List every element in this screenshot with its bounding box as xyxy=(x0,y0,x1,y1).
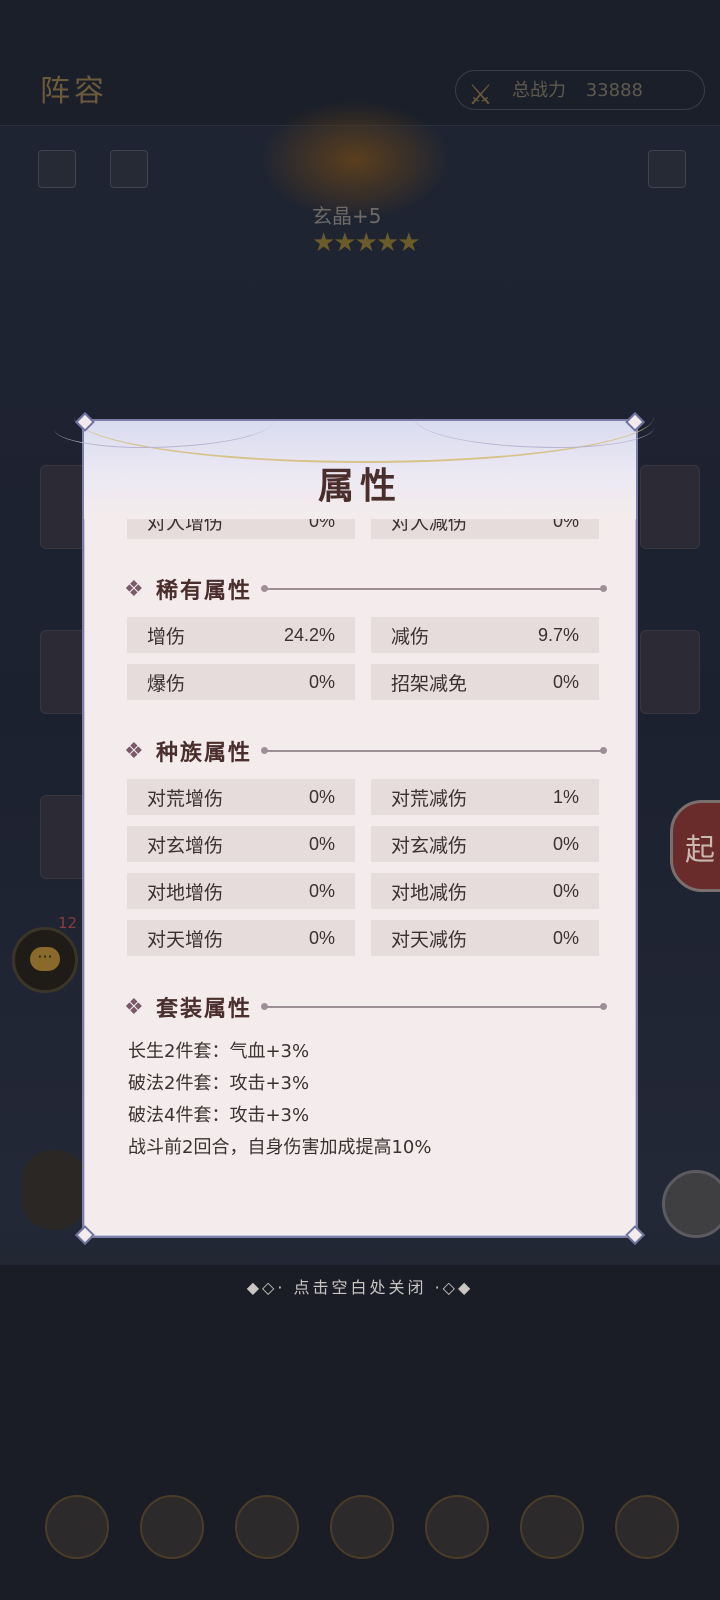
attribute-cell: 对人减伤 0% xyxy=(371,519,599,539)
screen-title: 阵容 xyxy=(40,74,108,109)
strategy-icon[interactable] xyxy=(110,150,148,188)
set-bonus-line: 长生2件套：气血+3% xyxy=(128,1041,310,1062)
attr-label: 对人增伤 xyxy=(147,519,224,534)
attr-value: 24.2% xyxy=(283,624,335,645)
section-title: 种族属性 xyxy=(156,740,253,766)
attr-value: 0% xyxy=(552,833,579,854)
attribute-row: 对地增伤 0% 对地减伤 0% xyxy=(127,873,599,909)
section-set: ❖ 套装属性 xyxy=(124,989,607,1025)
side-badge-text: 起 xyxy=(685,833,715,868)
section-race: ❖ 种族属性 xyxy=(124,733,607,769)
skill-icon[interactable] xyxy=(520,1495,584,1559)
attr-value: 0% xyxy=(308,671,335,692)
diamond-icon: ❖ xyxy=(124,738,144,764)
power-value: 33888 xyxy=(585,80,643,101)
attr-label: 对玄减伤 xyxy=(391,834,468,857)
set-bonus-line: 破法4件套：攻击+3% xyxy=(128,1105,310,1126)
hero-level: 玄晶+5 xyxy=(312,204,382,228)
diamond-icon: ❖ xyxy=(124,994,144,1020)
skill-icon[interactable] xyxy=(45,1495,109,1559)
attr-value: 0% xyxy=(308,927,335,948)
details-icon[interactable] xyxy=(648,150,686,188)
skill-icon[interactable] xyxy=(425,1495,489,1559)
attr-label: 减伤 xyxy=(391,625,430,648)
attr-label: 对荒增伤 xyxy=(147,787,224,810)
attribute-row: 对荒增伤 0% 对荒减伤 1% xyxy=(127,779,599,815)
attr-value: 9.7% xyxy=(537,624,579,645)
attribute-cell: 对地增伤 0% xyxy=(127,873,355,909)
crossed-swords-icon: ⚔ xyxy=(468,78,494,111)
attribute-row: 增伤 24.2% 减伤 9.7% xyxy=(127,617,599,653)
attribute-cell: 对荒减伤 1% xyxy=(371,779,599,815)
bottom-panel xyxy=(0,1265,720,1600)
chat-button[interactable]: ··· xyxy=(12,927,78,993)
attr-label: 对地增伤 xyxy=(147,881,224,904)
section-divider xyxy=(261,747,607,754)
chat-bubble-icon: ··· xyxy=(30,947,60,971)
attr-value: 0% xyxy=(308,519,335,531)
close-hint[interactable]: ◆◇· 点击空白处关闭 ·◇◆ xyxy=(0,1274,720,1298)
attribute-scroll-area[interactable]: 对人增伤 0% 对人减伤 0% ❖ 稀有属性 增伤 24.2% 减伤 9.7% xyxy=(84,519,636,1234)
attr-label: 对地减伤 xyxy=(391,881,468,904)
attribute-cell: 招架减免 0% xyxy=(371,664,599,700)
section-rare: ❖ 稀有属性 xyxy=(124,571,607,607)
attr-value: 0% xyxy=(552,927,579,948)
attribute-cell: 减伤 9.7% xyxy=(371,617,599,653)
hero-card[interactable] xyxy=(640,465,700,549)
attr-label: 对天减伤 xyxy=(391,928,468,951)
attr-value: 0% xyxy=(308,833,335,854)
attr-label: 招架减免 xyxy=(391,672,468,695)
attr-label: 爆伤 xyxy=(147,672,186,695)
skill-icon[interactable] xyxy=(140,1495,204,1559)
set-bonus-line: 破法2件套：攻击+3% xyxy=(128,1073,310,1094)
attribute-cell: 对天增伤 0% xyxy=(127,920,355,956)
attribute-cell: 对人增伤 0% xyxy=(127,519,355,539)
attr-label: 对荒减伤 xyxy=(391,787,468,810)
side-event-badge[interactable]: 起 xyxy=(670,800,720,892)
attr-value: 1% xyxy=(552,786,579,807)
skill-icon[interactable] xyxy=(330,1495,394,1559)
attribute-cell: 对玄减伤 0% xyxy=(371,826,599,862)
attr-value: 0% xyxy=(552,880,579,901)
attr-label: 对天增伤 xyxy=(147,928,224,951)
skill-icon[interactable] xyxy=(615,1495,679,1559)
power-label: 总战力 xyxy=(512,80,566,101)
attr-label: 对人减伤 xyxy=(391,519,468,534)
attr-value: 0% xyxy=(552,671,579,692)
attribute-popup: 属性 对人增伤 0% 对人减伤 0% ❖ 稀有属性 增伤 24.2% 减伤 9.… xyxy=(54,412,654,1245)
formation-icon[interactable] xyxy=(38,150,76,188)
attribute-cell: 对荒增伤 0% xyxy=(127,779,355,815)
power-display: ⚔ 总战力 33888 xyxy=(455,70,705,111)
attr-value: 0% xyxy=(552,519,579,531)
section-divider xyxy=(261,585,607,592)
attribute-cell: 对天减伤 0% xyxy=(371,920,599,956)
skill-icon[interactable] xyxy=(235,1495,299,1559)
attr-label: 对玄增伤 xyxy=(147,834,224,857)
attribute-row: 爆伤 0% 招架减免 0% xyxy=(127,664,599,700)
attribute-row: 对玄增伤 0% 对玄减伤 0% xyxy=(127,826,599,862)
hero-card[interactable] xyxy=(640,630,700,714)
set-bonus-line: 战斗前2回合，自身伤害加成提高10% xyxy=(128,1137,432,1158)
attribute-row: 对人增伤 0% 对人减伤 0% xyxy=(127,519,599,539)
section-title: 稀有属性 xyxy=(156,578,253,604)
attribute-cell: 对玄增伤 0% xyxy=(127,826,355,862)
attr-label: 增伤 xyxy=(147,625,186,648)
diamond-icon: ❖ xyxy=(124,576,144,602)
section-divider xyxy=(261,1003,607,1010)
hero-stars: ★★★★★ xyxy=(312,228,421,258)
attribute-cell: 爆伤 0% xyxy=(127,664,355,700)
chat-count-badge: 12 xyxy=(58,914,78,932)
attr-value: 0% xyxy=(308,880,335,901)
attribute-row: 对天增伤 0% 对天减伤 0% xyxy=(127,920,599,956)
popup-title: 属性 xyxy=(317,465,402,507)
attr-value: 0% xyxy=(308,786,335,807)
section-title: 套装属性 xyxy=(156,996,253,1022)
hero-portrait[interactable] xyxy=(22,1150,86,1230)
attribute-cell: 增伤 24.2% xyxy=(127,617,355,653)
attribute-cell: 对地减伤 0% xyxy=(371,873,599,909)
